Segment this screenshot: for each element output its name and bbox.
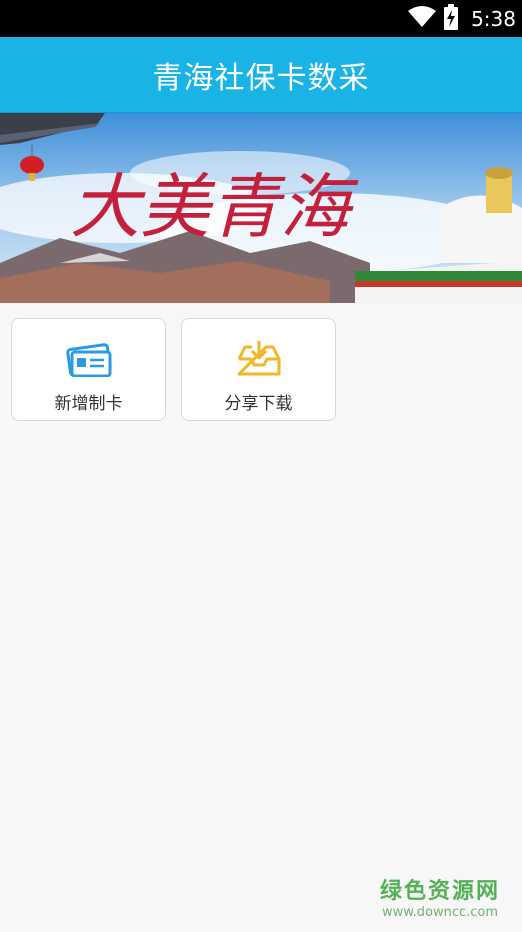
status-icons: 5:38	[407, 3, 516, 34]
new-card-button[interactable]: 新增制卡	[11, 318, 166, 421]
banner-calligraphy: 大美青海	[70, 166, 359, 248]
status-bar: 5:38	[0, 0, 522, 37]
share-download-button[interactable]: 分享下载	[181, 318, 336, 421]
wifi-icon	[407, 5, 437, 33]
watermark: 绿色资源网 www.downcc.com	[380, 873, 500, 920]
battery-charging-icon	[443, 3, 459, 34]
banner-image: 大美青海	[0, 113, 522, 303]
watermark-url: www.downcc.com	[381, 905, 499, 920]
share-download-label: 分享下载	[224, 394, 293, 414]
status-time: 5:38	[471, 6, 516, 31]
download-tray-icon	[236, 339, 282, 381]
watermark-title: 绿色资源网	[379, 879, 500, 904]
new-card-label: 新增制卡	[54, 394, 123, 414]
app-bar: 青海社保卡数采	[0, 37, 522, 114]
app-title: 青海社保卡数采	[152, 60, 370, 96]
id-card-icon	[65, 339, 112, 381]
